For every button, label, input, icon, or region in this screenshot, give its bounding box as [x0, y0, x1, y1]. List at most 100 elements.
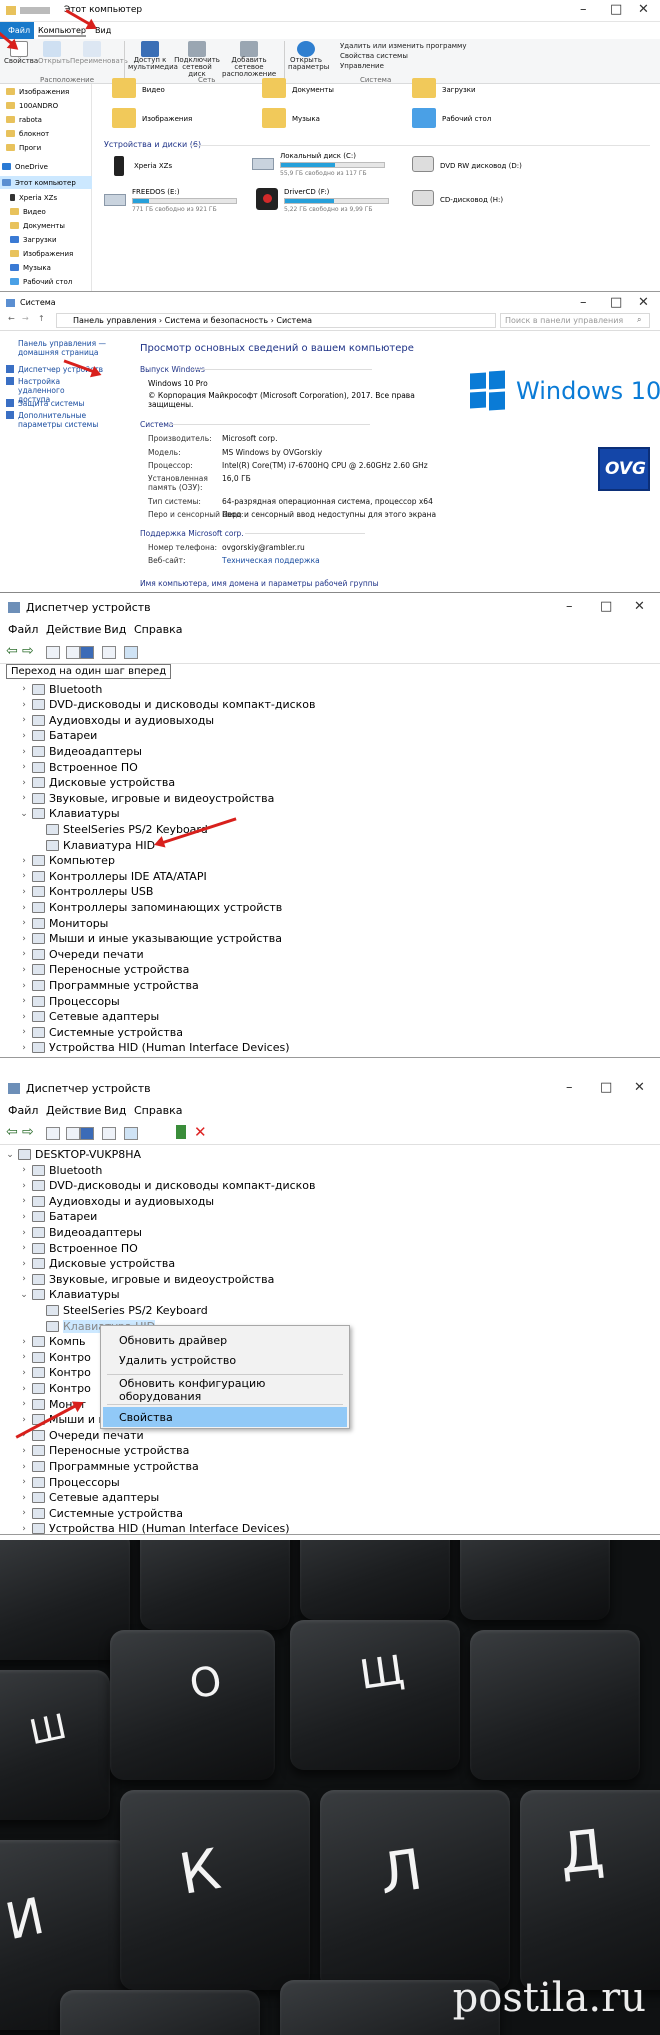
chevron-right-icon[interactable]: › — [20, 684, 28, 694]
tree-category[interactable]: › Компьютер — [20, 853, 115, 868]
chevron-right-icon[interactable]: › — [20, 996, 28, 1006]
chevron-right-icon[interactable]: › — [20, 1462, 28, 1472]
tree-root[interactable]: ⌄ DESKTOP-VUKP8HA — [6, 1147, 141, 1162]
menu-file[interactable]: Файл — [8, 623, 38, 636]
tree-category[interactable]: › Контро — [20, 1381, 91, 1396]
chevron-right-icon[interactable]: › — [20, 1212, 28, 1222]
tree-category[interactable]: › Мыши и иные указывающие устройства — [20, 931, 282, 946]
nav-item[interactable]: Видео — [10, 205, 46, 218]
quick-access-icons[interactable] — [20, 7, 50, 14]
drive-tile-c[interactable]: Локальный диск (C:) 55,9 ГБ свободно из … — [252, 152, 412, 182]
nav-item[interactable]: Xperia XZs — [10, 191, 57, 204]
map-drive-button[interactable]: Подключить сетевой диск — [174, 41, 220, 78]
chevron-right-icon[interactable]: › — [20, 1415, 28, 1425]
properties-icon[interactable] — [66, 1127, 80, 1140]
media-access-button[interactable]: Доступ к мультимедиа — [128, 41, 178, 71]
menu-item-update-driver[interactable]: Обновить драйвер — [103, 1330, 347, 1350]
forward-arrow-icon[interactable]: → — [22, 314, 29, 323]
monitor-icon[interactable] — [124, 646, 138, 659]
tree-category[interactable]: › Батареи — [20, 728, 97, 743]
control-panel-home-link[interactable]: Панель управления — домашняя страница — [18, 339, 108, 357]
chevron-right-icon[interactable]: › — [20, 1259, 28, 1269]
tree-category[interactable]: › Сетевые адаптеры — [20, 1009, 159, 1024]
tree-category[interactable]: › Программные устройства — [20, 978, 199, 993]
tree-category[interactable]: › Программные устройства — [20, 1459, 199, 1474]
tree-child-item[interactable]: SteelSeries PS/2 Keyboard — [34, 1303, 208, 1318]
chevron-down-icon[interactable]: ⌄ — [6, 1150, 14, 1160]
chevron-down-icon[interactable]: ⌄ — [20, 809, 28, 819]
forward-arrow-icon[interactable]: ⇨ — [22, 1124, 34, 1140]
monitor-icon[interactable] — [124, 1127, 138, 1140]
menu-item-scan[interactable]: Обновить конфигурацию оборудования — [103, 1377, 347, 1403]
scan-hardware-icon[interactable] — [102, 1127, 116, 1140]
back-arrow-icon[interactable]: ⇦ — [6, 1124, 18, 1140]
chevron-right-icon[interactable]: › — [20, 949, 28, 959]
chevron-down-icon[interactable]: ⌄ — [20, 1290, 28, 1300]
tree-category[interactable]: › Дисковые устройства — [20, 1256, 175, 1271]
open-button[interactable]: Открыть — [38, 41, 70, 65]
chevron-right-icon[interactable]: › — [20, 1477, 28, 1487]
maximize-button[interactable]: □ — [610, 295, 622, 310]
minimize-button[interactable]: – — [566, 1080, 573, 1095]
nav-item[interactable]: rabota — [6, 113, 42, 126]
update-driver-icon[interactable] — [176, 1125, 186, 1139]
tree-category[interactable]: › Устройства HID (Human Interface Devices… — [20, 1521, 290, 1534]
chevron-right-icon[interactable]: › — [20, 1508, 28, 1518]
tree-category[interactable]: › DVD-дисководы и дисководы компакт-диско… — [20, 1178, 315, 1193]
chevron-right-icon[interactable]: › — [20, 918, 28, 928]
chevron-right-icon[interactable]: › — [20, 1165, 28, 1175]
tree-category[interactable]: › Процессоры — [20, 1475, 120, 1490]
chevron-right-icon[interactable]: › — [20, 1274, 28, 1284]
menu-item-uninstall[interactable]: Удалить устройство — [103, 1350, 347, 1370]
nav-item[interactable]: Изображения — [6, 85, 69, 98]
tree-category[interactable]: › Видеоадаптеры — [20, 744, 142, 759]
nav-item-this-pc[interactable]: Этот компьютер — [0, 176, 92, 189]
tree-category[interactable]: › Bluetooth — [20, 1163, 102, 1178]
chevron-right-icon[interactable]: › — [20, 856, 28, 866]
properties-icon[interactable] — [66, 646, 80, 659]
chevron-right-icon[interactable]: › — [20, 1524, 28, 1534]
support-link[interactable]: Техническая поддержка — [222, 556, 320, 565]
menu-view[interactable]: Вид — [104, 623, 126, 636]
tree-category[interactable]: › Мониторы — [20, 916, 108, 931]
minimize-button[interactable]: – — [580, 2, 587, 17]
tree-category[interactable]: › Аудиовходы и аудиовыходы — [20, 713, 214, 728]
chevron-right-icon[interactable]: › — [20, 1012, 28, 1022]
nav-item[interactable]: блокнот — [6, 127, 49, 140]
drive-tile-h[interactable]: CD-дисковод (H:) — [412, 188, 572, 218]
tree-category[interactable]: › Устройства HID (Human Interface Devices… — [20, 1040, 289, 1055]
close-button[interactable]: ✕ — [634, 1080, 645, 1095]
tree-category[interactable]: › Звуковые, игровые и видеоустройства — [20, 791, 274, 806]
nav-item[interactable]: Рабочий стол — [10, 275, 72, 288]
tree-category[interactable]: › Очереди печати — [20, 1428, 144, 1443]
tree-category[interactable]: › Видеоадаптеры — [20, 1225, 142, 1240]
tree-category[interactable]: ⌄ Клавиатуры — [20, 806, 119, 821]
chevron-right-icon[interactable]: › — [20, 1446, 28, 1456]
chevron-right-icon[interactable]: › — [20, 981, 28, 991]
devices-section-header[interactable]: Устройства и диски (6) — [104, 140, 201, 149]
help-icon[interactable] — [80, 646, 94, 659]
add-location-button[interactable]: Добавить сетевое расположение — [222, 41, 276, 78]
rename-button[interactable]: Переименовать — [70, 41, 128, 65]
menu-action[interactable]: Действие — [46, 623, 101, 636]
chevron-right-icon[interactable]: › — [20, 965, 28, 975]
tree-category[interactable]: › Сетевые адаптеры — [20, 1490, 159, 1505]
up-arrow-icon[interactable]: ↑ — [38, 314, 45, 323]
close-button[interactable]: ✕ — [634, 599, 645, 614]
chevron-right-icon[interactable]: › — [20, 762, 28, 772]
tree-category[interactable]: › Аудиовходы и аудиовыходы — [20, 1194, 214, 1209]
chevron-right-icon[interactable]: › — [20, 1027, 28, 1037]
chevron-right-icon[interactable]: › — [20, 1196, 28, 1206]
menu-view[interactable]: Вид — [104, 1104, 126, 1117]
tree-category[interactable]: › Контроллеры USB — [20, 884, 153, 899]
nav-item-onedrive[interactable]: OneDrive — [2, 160, 48, 173]
nav-item[interactable]: Изображения — [10, 247, 73, 260]
nav-item[interactable]: Музыка — [10, 261, 51, 274]
scan-hardware-icon[interactable] — [102, 646, 116, 659]
tree-category[interactable]: › Системные устройства — [20, 1025, 183, 1040]
chevron-right-icon[interactable]: › — [20, 1368, 28, 1378]
tree-category[interactable]: › Переносные устройства — [20, 1443, 189, 1458]
chevron-right-icon[interactable]: › — [20, 903, 28, 913]
chevron-right-icon[interactable]: › — [20, 1352, 28, 1362]
help-icon[interactable] — [80, 1127, 94, 1140]
